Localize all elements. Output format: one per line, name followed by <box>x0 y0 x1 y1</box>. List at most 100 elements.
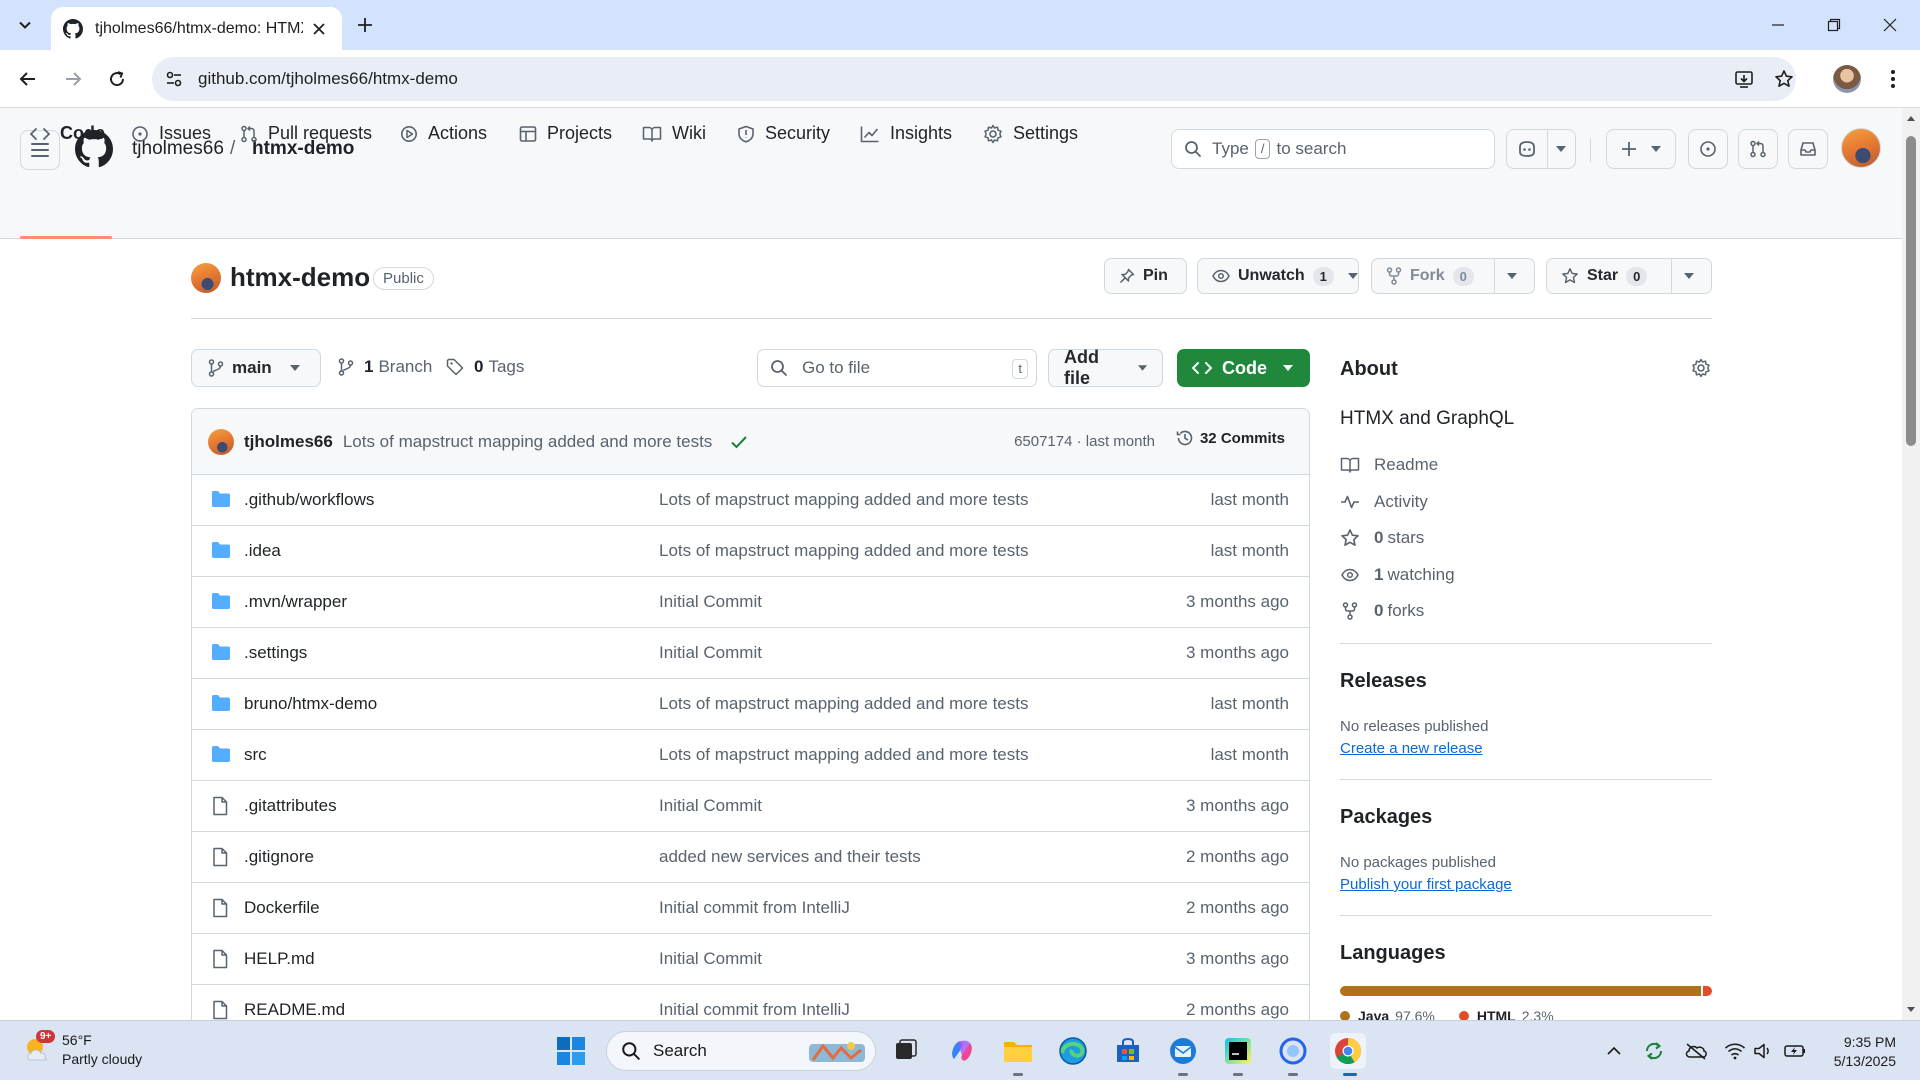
file-explorer-button[interactable] <box>1000 1033 1036 1069</box>
file-commit-message[interactable]: Lots of mapstruct mapping added and more… <box>659 694 1028 714</box>
browser-profile-avatar[interactable] <box>1833 65 1861 93</box>
close-window-button[interactable] <box>1862 0 1918 50</box>
site-info-icon[interactable] <box>152 70 196 88</box>
file-name[interactable]: .gitignore <box>244 847 314 867</box>
table-row[interactable]: src Lots of mapstruct mapping added and m… <box>192 730 1309 781</box>
file-name[interactable]: README.md <box>244 1000 345 1020</box>
commit-message[interactable]: Lots of mapstruct mapping added and more… <box>343 432 712 452</box>
file-commit-message[interactable]: Initial Commit <box>659 949 762 969</box>
tab-wiki[interactable]: Wiki <box>642 108 706 159</box>
thunderbird-button[interactable] <box>1165 1033 1201 1069</box>
browser-menu-button[interactable] <box>1878 64 1908 94</box>
table-row[interactable]: HELP.md Initial Commit 3 months ago <box>192 934 1309 985</box>
branch-selector[interactable]: main <box>191 349 321 387</box>
file-commit-message[interactable]: Initial Commit <box>659 643 762 663</box>
table-row[interactable]: bruno/htmx-demo Lots of mapstruct mapping… <box>192 679 1309 730</box>
sync-tray-icon[interactable] <box>1642 1039 1666 1063</box>
table-row[interactable]: .gitattributes Initial Commit 3 months ago <box>192 781 1309 832</box>
code-dropdown-button[interactable]: Code <box>1177 349 1310 387</box>
repo-title[interactable]: htmx-demo <box>230 262 370 293</box>
gear-icon[interactable] <box>1691 358 1711 378</box>
file-name[interactable]: .github/workflows <box>244 490 374 510</box>
table-row[interactable]: Dockerfile Initial commit from IntelliJ 2 … <box>192 883 1309 934</box>
tab-close-icon[interactable] <box>308 18 330 40</box>
create-new-button[interactable] <box>1606 129 1676 169</box>
check-icon[interactable] <box>730 435 748 449</box>
releases-heading[interactable]: Releases <box>1340 670 1427 693</box>
table-row[interactable]: .mvn/wrapper Initial Commit 3 months ago <box>192 577 1309 628</box>
scrollbar-thumb[interactable] <box>1906 136 1916 446</box>
file-commit-message[interactable]: Lots of mapstruct mapping added and more… <box>659 490 1028 510</box>
global-search-input[interactable]: Type / to search <box>1171 129 1495 169</box>
app-button[interactable] <box>1275 1033 1311 1069</box>
file-commit-message[interactable]: added new services and their tests <box>659 847 921 867</box>
system-clock[interactable]: 9:35 PM 5/13/2025 <box>1820 1033 1896 1071</box>
new-tab-button[interactable] <box>352 12 378 38</box>
tab-issues[interactable]: Issues <box>131 108 211 159</box>
watch-button[interactable]: Unwatch 1 <box>1197 258 1359 294</box>
file-name[interactable]: HELP.md <box>244 949 315 969</box>
wifi-tray-icon[interactable] <box>1723 1039 1747 1063</box>
user-avatar[interactable] <box>1841 128 1881 168</box>
commit-author[interactable]: tjholmes66 <box>244 432 333 452</box>
volume-tray-icon[interactable] <box>1752 1039 1776 1063</box>
tab-pull-requests[interactable]: Pull requests <box>240 108 372 159</box>
tab-search-button[interactable] <box>8 8 42 42</box>
file-name[interactable]: .mvn/wrapper <box>244 592 347 612</box>
copilot-button[interactable] <box>1506 129 1576 169</box>
file-commit-message[interactable]: Lots of mapstruct mapping added and more… <box>659 745 1028 765</box>
star-button[interactable]: Star 0 <box>1546 258 1712 294</box>
forward-button[interactable] <box>56 62 90 96</box>
your-pull-requests-button[interactable] <box>1738 129 1778 169</box>
publish-package-link[interactable]: Publish your first package <box>1340 876 1512 893</box>
create-release-link[interactable]: Create a new release <box>1340 740 1483 757</box>
task-view-button[interactable] <box>888 1033 924 1069</box>
copilot-taskbar-button[interactable] <box>944 1033 980 1069</box>
page-scrollbar[interactable] <box>1902 108 1920 1020</box>
watching-link[interactable]: 1 watching <box>1340 565 1455 585</box>
file-commit-message[interactable]: Initial commit from IntelliJ <box>659 1000 850 1020</box>
weather-widget[interactable]: 9+ 56°F Partly cloudy <box>22 1030 142 1069</box>
webstorm-button[interactable] <box>1220 1033 1256 1069</box>
tab-actions[interactable]: Actions <box>400 108 487 159</box>
commit-hash-time[interactable]: 6507174 · last month <box>1014 433 1155 450</box>
file-name[interactable]: Dockerfile <box>244 898 320 918</box>
table-row[interactable]: .settings Initial Commit 3 months ago <box>192 628 1309 679</box>
file-commit-message[interactable]: Initial commit from IntelliJ <box>659 898 850 918</box>
battery-tray-icon[interactable] <box>1783 1039 1807 1063</box>
file-commit-message[interactable]: Initial Commit <box>659 796 762 816</box>
your-issues-button[interactable] <box>1688 129 1728 169</box>
table-row[interactable]: .gitignore added new services and their t… <box>192 832 1309 883</box>
back-button[interactable] <box>11 62 45 96</box>
show-hidden-icons-button[interactable] <box>1602 1039 1626 1063</box>
tab-code[interactable]: Code <box>30 108 105 159</box>
store-button[interactable] <box>1110 1033 1146 1069</box>
restore-button[interactable] <box>1806 0 1862 50</box>
commit-author-avatar[interactable] <box>208 428 234 455</box>
fork-button[interactable]: Fork 0 <box>1371 258 1535 294</box>
file-name[interactable]: .idea <box>244 541 281 561</box>
inbox-button[interactable] <box>1788 129 1828 169</box>
minimize-button[interactable] <box>1750 0 1806 50</box>
pin-button[interactable]: Pin <box>1104 258 1187 294</box>
tab-projects[interactable]: Projects <box>519 108 612 159</box>
tab-insights[interactable]: Insights <box>860 108 952 159</box>
table-row[interactable]: .idea Lots of mapstruct mapping added and… <box>192 526 1309 577</box>
readme-link[interactable]: Readme <box>1340 455 1438 475</box>
tab-settings[interactable]: Settings <box>983 108 1078 159</box>
tags-link[interactable]: 0 Tags <box>446 357 524 377</box>
chrome-button[interactable] <box>1330 1033 1366 1069</box>
browser-tab-active[interactable]: tjholmes66/htmx-demo: HTMX <box>51 7 342 50</box>
file-commit-message[interactable]: Lots of mapstruct mapping added and more… <box>659 541 1028 561</box>
file-name[interactable]: .gitattributes <box>244 796 337 816</box>
address-bar[interactable]: github.com/tjholmes66/htmx-demo <box>152 57 1796 101</box>
branches-link[interactable]: 1 Branch <box>338 357 432 377</box>
tab-security[interactable]: Security <box>737 108 830 159</box>
packages-heading[interactable]: Packages <box>1340 806 1432 829</box>
stars-link[interactable]: 0 stars <box>1340 528 1424 548</box>
onedrive-tray-icon[interactable] <box>1684 1039 1708 1063</box>
edge-button[interactable] <box>1055 1033 1091 1069</box>
bookmark-star-icon[interactable] <box>1764 57 1804 101</box>
taskbar-search[interactable]: Search <box>606 1031 876 1071</box>
file-name[interactable]: .settings <box>244 643 307 663</box>
